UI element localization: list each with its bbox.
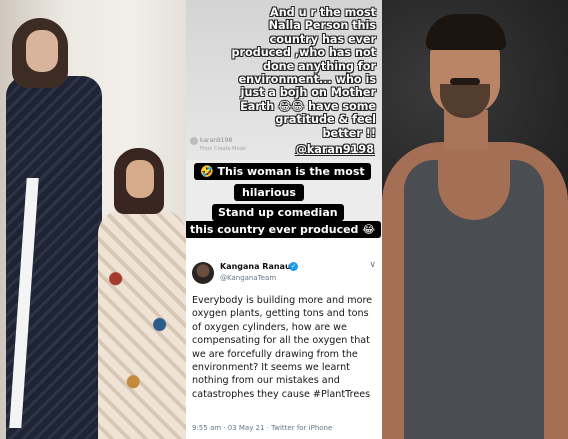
person-mustache <box>450 78 480 85</box>
person-seated-dress <box>98 210 186 439</box>
caption-line-4: this country ever produced 😂 <box>186 221 382 238</box>
tweet-author-name[interactable]: Kangana Ranaut <box>220 262 294 271</box>
vest-neckline <box>438 150 510 220</box>
person-seated <box>98 148 186 439</box>
verified-badge-icon: ✓ <box>289 262 298 271</box>
tweet-author-handle[interactable]: @KanganaTeam <box>220 274 276 282</box>
right-photo <box>382 0 568 439</box>
story-mention[interactable]: @karan9198 <box>296 143 374 156</box>
tweet-avatar[interactable] <box>192 262 214 284</box>
caption-line-1: 🤣 This woman is the most <box>194 163 371 180</box>
person-standing <box>6 18 102 439</box>
person-hair <box>426 14 506 50</box>
caption-line-3: Stand up comedian <box>212 204 344 221</box>
person-standing-face <box>26 30 58 72</box>
story-text: And u r the most Nalla Person this count… <box>231 6 376 140</box>
tweet-card[interactable]: Kangana Ranaut ✓ @KanganaTeam ∨ Everybod… <box>186 238 382 439</box>
left-photo <box>0 0 186 439</box>
chevron-down-icon[interactable]: ∨ <box>369 260 376 270</box>
tweet-body: Everybody is building more and more oxyg… <box>192 295 373 400</box>
caption-line-2: hilarious <box>234 184 304 201</box>
caption-line-2-text: hilarious <box>242 186 296 199</box>
instagram-story-screenshot: karan9198 From Create Mode And u r the m… <box>186 0 382 439</box>
tweet-timestamp: 9:55 am · 03 May 21 · Twitter for iPhone <box>192 424 333 432</box>
story-subline: From Create Mode <box>200 146 246 152</box>
person-seated-face <box>126 160 154 198</box>
